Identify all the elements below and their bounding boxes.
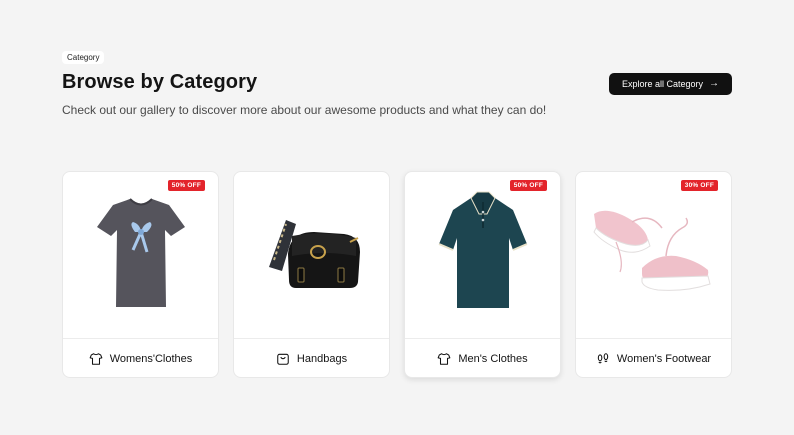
shirt-icon bbox=[437, 352, 451, 366]
discount-badge: 50% OFF bbox=[167, 180, 205, 191]
bag-icon bbox=[276, 352, 290, 366]
arrow-right-icon: → bbox=[709, 78, 720, 89]
card-footer: Womens'Clothes bbox=[63, 339, 218, 377]
category-card-mens-clothes[interactable]: 50% OFF Men's Clothes bbox=[404, 171, 561, 378]
card-footer: Handbags bbox=[234, 339, 389, 377]
pink-sneakers-image: 30% OFF bbox=[576, 172, 731, 338]
explore-all-category-button[interactable]: Explore all Category → bbox=[609, 73, 732, 95]
card-label: Womens'Clothes bbox=[109, 353, 193, 365]
category-card-womens-clothes[interactable]: 50% OFF Womens'Clothes bbox=[62, 171, 219, 378]
womens-tshirt-image: 50% OFF bbox=[63, 172, 218, 338]
discount-badge: 50% OFF bbox=[509, 180, 547, 191]
card-footer: Men's Clothes bbox=[405, 339, 560, 377]
card-label: Men's Clothes bbox=[458, 353, 528, 365]
card-label: Handbags bbox=[296, 353, 348, 365]
page-subtitle: Check out our gallery to discover more a… bbox=[62, 103, 547, 117]
explore-button-label: Explore all Category bbox=[621, 79, 704, 89]
discount-badge: 30% OFF bbox=[680, 180, 718, 191]
page-title: Browse by Category bbox=[62, 71, 258, 93]
shirt-icon bbox=[89, 352, 103, 366]
card-label: Women's Footwear bbox=[616, 353, 712, 365]
footprints-icon bbox=[596, 352, 610, 366]
card-footer: Women's Footwear bbox=[576, 339, 731, 377]
category-badge: Category bbox=[62, 51, 105, 64]
category-card-handbags[interactable]: Handbags bbox=[233, 171, 390, 378]
handbag-image bbox=[234, 172, 389, 338]
category-card-womens-footwear[interactable]: 30% OFF Women's Footwear bbox=[575, 171, 732, 378]
mens-polo-image: 50% OFF bbox=[405, 172, 560, 338]
